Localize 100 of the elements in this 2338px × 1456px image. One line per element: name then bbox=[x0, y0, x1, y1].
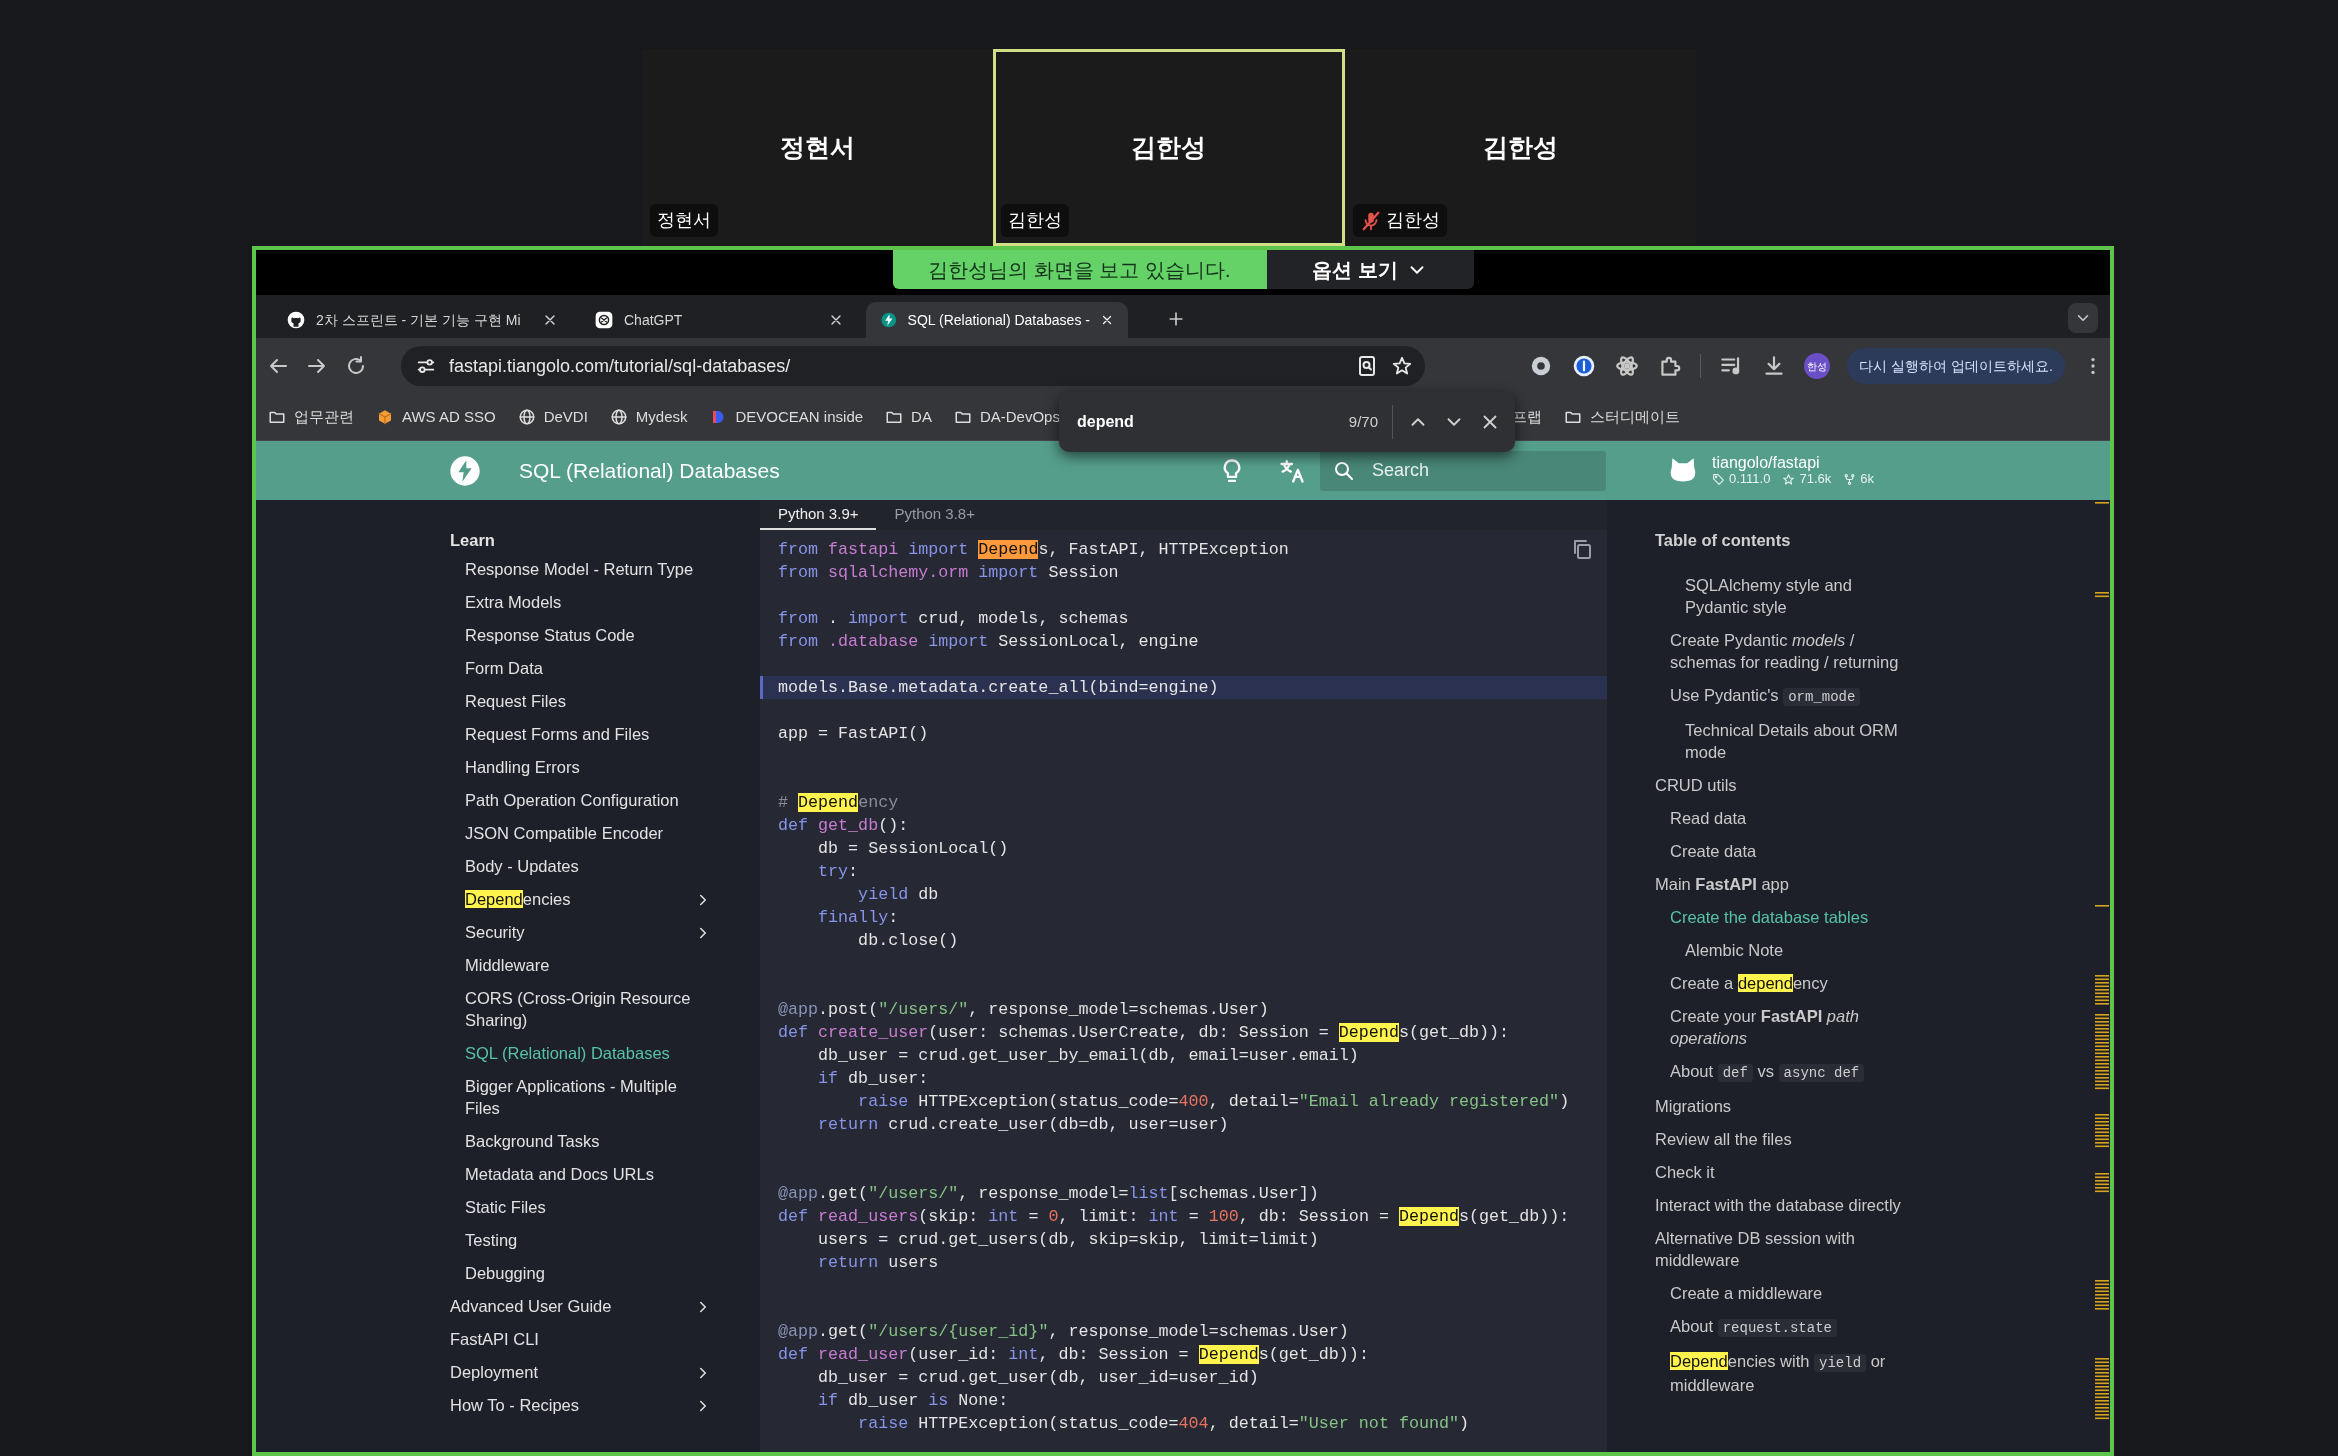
address-bar[interactable]: fastapi.tiangolo.com/tutorial/sql-databases/ bbox=[401, 346, 1425, 386]
code-line: @app.get("/users/", response_model=list[schemas.User]) bbox=[777, 1183, 1320, 1205]
nav-link[interactable]: Body - Updates bbox=[465, 849, 712, 882]
nav-link[interactable]: Background Tasks bbox=[465, 1124, 712, 1157]
nav-link[interactable]: Middleware bbox=[465, 948, 712, 981]
nav-link[interactable]: Request Files bbox=[465, 684, 712, 717]
toc-link[interactable]: Dependencies with yield or middleware bbox=[1670, 1344, 1913, 1401]
browser-tab[interactable]: SQL (Relational) Databases - bbox=[866, 302, 1128, 338]
nav-link[interactable]: Request Forms and Files bbox=[465, 717, 712, 750]
code-line: def read_users(skip: int = 0, limit: int = 100, db: Session = Depends(get_db)): bbox=[777, 1206, 1571, 1228]
nav-link[interactable]: Bigger Applications - Multiple Files bbox=[465, 1069, 712, 1124]
nav-link[interactable]: Response Model - Return Type bbox=[465, 552, 712, 585]
code-line: from . import crud, models, schemas bbox=[777, 608, 1130, 630]
nav-link[interactable]: Testing bbox=[465, 1223, 712, 1256]
bookmark[interactable]: AWS AD SSO bbox=[376, 405, 496, 429]
tab-search-button[interactable] bbox=[2068, 303, 2098, 333]
bookmark[interactable]: Mydesk bbox=[609, 405, 688, 429]
fork-icon bbox=[1843, 473, 1857, 487]
participant-label: 김한성 bbox=[1385, 209, 1440, 232]
search-box[interactable]: Search bbox=[1320, 450, 1606, 491]
nav-link[interactable]: Dependencies bbox=[465, 882, 712, 915]
code-line: db = SessionLocal() bbox=[817, 838, 1010, 860]
search-field[interactable]: Search bbox=[1370, 456, 1594, 485]
nav-link[interactable]: Debugging bbox=[465, 1256, 712, 1289]
toc-link[interactable]: Create your FastAPI path operations bbox=[1670, 999, 1913, 1054]
participant-name: 김한성 bbox=[1131, 131, 1207, 163]
bookmark[interactable]: DA bbox=[885, 405, 932, 429]
nav-link[interactable]: Path Operation Configuration bbox=[465, 783, 712, 816]
toc-link[interactable]: Technical Details about ORM mode bbox=[1685, 713, 1913, 768]
bookmark[interactable]: DA-DevOps bbox=[953, 405, 1060, 429]
toc-link[interactable]: Create a middleware bbox=[1670, 1276, 1913, 1309]
toc-link[interactable]: Create the database tables bbox=[1670, 900, 1913, 933]
toc-link[interactable]: About def vs async def bbox=[1670, 1054, 1913, 1089]
bolt-icon bbox=[880, 310, 898, 330]
code-line: return users bbox=[817, 1252, 940, 1274]
code-line: def create_user(user: schemas.UserCreate, db: Session = Depends(get_db)): bbox=[777, 1022, 1511, 1044]
nav-link[interactable]: FastAPI CLI bbox=[450, 1322, 712, 1355]
find-field[interactable]: depend bbox=[1077, 410, 1247, 434]
nav-link[interactable]: Extra Models bbox=[465, 585, 712, 618]
toc-link[interactable]: Review all the files bbox=[1655, 1122, 1913, 1155]
nav-link[interactable]: Security bbox=[465, 915, 712, 948]
nav-link[interactable]: Form Data bbox=[465, 651, 712, 684]
browser-tab[interactable]: 2차 스프린트 - 기본 기능 구현 Mi bbox=[272, 302, 572, 338]
toc-link[interactable]: Interact with the database directly bbox=[1655, 1188, 1913, 1221]
code-line: def read_user(user_id: int, db: Session = Depends(get_db)): bbox=[777, 1344, 1370, 1366]
nav-link[interactable]: CORS (Cross-Origin Resource Sharing) bbox=[465, 981, 712, 1036]
bookmark[interactable]: 스터디메이트 bbox=[1563, 405, 1680, 429]
bookmark[interactable]: 업무관련 bbox=[268, 405, 354, 429]
toc-link[interactable]: About request.state bbox=[1670, 1309, 1913, 1344]
toc-link[interactable]: Alternative DB session with middleware bbox=[1655, 1221, 1913, 1276]
toc-link[interactable]: CRUD utils bbox=[1655, 768, 1913, 801]
toc-link[interactable]: Create a dependency bbox=[1670, 966, 1913, 999]
toc-link[interactable]: Main FastAPI app bbox=[1655, 867, 1913, 900]
toc-link[interactable]: SQLAlchemy style and Pydantic style bbox=[1685, 568, 1913, 623]
nav-link[interactable]: How To - Recipes bbox=[450, 1388, 712, 1421]
toc-link[interactable]: Alembic Note bbox=[1685, 933, 1913, 966]
knot-icon bbox=[594, 310, 614, 330]
nav-link[interactable]: Deployment bbox=[450, 1355, 712, 1388]
code-line: db_user = crud.get_user_by_email(db, email=user.email) bbox=[817, 1045, 1360, 1067]
browser-tab[interactable]: ChatGPT bbox=[580, 302, 858, 338]
code-line: @app.post("/users/", response_model=schemas.User) bbox=[777, 999, 1270, 1021]
toc-link[interactable]: Create data bbox=[1670, 834, 1913, 867]
nav-link[interactable]: Metadata and Docs URLs bbox=[465, 1157, 712, 1190]
code-line: raise HTTPException(status_code=400, detail="Email already registered") bbox=[857, 1091, 1571, 1113]
code-tab[interactable]: Python 3.9+ bbox=[760, 500, 877, 530]
update-button[interactable]: 다시 실행하여 업데이트하세요. bbox=[1847, 348, 2065, 384]
code-line: raise HTTPException(status_code=404, detail="User not found") bbox=[857, 1413, 1470, 1435]
cat-icon bbox=[286, 310, 306, 330]
star-icon[interactable] bbox=[1391, 355, 1413, 377]
nav-link[interactable]: JSON Compatible Encoder bbox=[465, 816, 712, 849]
toc-link[interactable]: Use Pydantic's orm_mode bbox=[1670, 678, 1913, 713]
nav-link[interactable]: Response Status Code bbox=[465, 618, 712, 651]
code-line: yield db bbox=[857, 884, 940, 906]
toc-link[interactable]: Migrations bbox=[1655, 1089, 1913, 1122]
nav-link[interactable]: Learn bbox=[450, 528, 712, 552]
code-line: def get_db(): bbox=[777, 815, 910, 837]
code-line: from fastapi import Depends, FastAPI, HTTPException bbox=[777, 539, 1290, 561]
nav-link[interactable]: Handling Errors bbox=[465, 750, 712, 783]
code-line: @app.get("/users/{user_id}", response_model=schemas.User) bbox=[777, 1321, 1350, 1343]
logo-icon[interactable] bbox=[449, 454, 481, 487]
atom-icon[interactable] bbox=[1614, 353, 1641, 379]
share-banner: 김한성님의 화면을 보고 있습니다. bbox=[892, 250, 1267, 289]
page-title: SQL (Relational) Databases bbox=[519, 457, 781, 484]
bookmark[interactable]: 프랩 bbox=[1511, 405, 1542, 429]
code-line: app = FastAPI() bbox=[777, 723, 930, 745]
nav-link[interactable]: Static Files bbox=[465, 1190, 712, 1223]
toc-link[interactable]: Create Pydantic models / schemas for reading / returning bbox=[1670, 623, 1913, 678]
participant-name: 김한성 bbox=[1482, 131, 1558, 163]
options-button[interactable]: 옵션 보기 bbox=[1266, 250, 1474, 289]
toc-link[interactable]: Check it bbox=[1655, 1155, 1913, 1188]
toc-link[interactable]: Read data bbox=[1670, 801, 1913, 834]
nav-link[interactable]: Advanced User Guide bbox=[450, 1289, 712, 1322]
profile-avatar[interactable]: 한성 bbox=[1804, 353, 1831, 379]
code-tab[interactable]: Python 3.8+ bbox=[876, 500, 993, 530]
code-line: if db_user is None: bbox=[817, 1390, 1010, 1412]
code-line: try: bbox=[817, 861, 860, 883]
participant-label: 김한성 bbox=[1008, 209, 1063, 232]
bookmark[interactable]: DeVDI bbox=[517, 405, 588, 429]
bookmark[interactable]: DEVOCEAN inside bbox=[709, 405, 864, 429]
nav-link[interactable]: SQL (Relational) Databases bbox=[465, 1036, 712, 1069]
